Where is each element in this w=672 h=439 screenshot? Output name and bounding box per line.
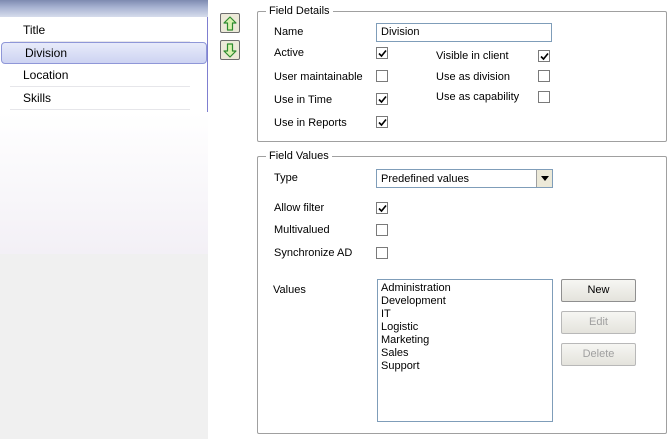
use-in-reports-label: Use in Reports [274, 117, 347, 129]
multivalued-checkbox[interactable] [376, 224, 388, 236]
arrow-down-icon [223, 42, 237, 58]
user-maintainable-label: User maintainable [274, 71, 363, 83]
field-details-title: Field Details [266, 4, 333, 18]
chevron-down-icon [540, 176, 549, 181]
visible-in-client-label: Visible in client [436, 50, 509, 62]
list-item[interactable]: IT [381, 308, 549, 321]
list-item[interactable]: Logistic [381, 321, 549, 334]
user-maintainable-checkbox[interactable] [376, 70, 388, 82]
name-label: Name [274, 26, 304, 38]
use-as-capability-checkbox[interactable] [538, 91, 550, 103]
move-down-button[interactable] [220, 40, 240, 60]
category-item-location[interactable]: Location [10, 64, 190, 87]
type-select-value: Predefined values [381, 173, 470, 185]
synchronize-ad-label: Synchronize AD [274, 247, 353, 259]
move-up-button[interactable] [220, 13, 240, 33]
type-label: Type [274, 172, 298, 184]
allow-filter-label: Allow filter [274, 202, 325, 214]
category-list: Title Division Location Skills [0, 19, 208, 110]
multivalued-label: Multivalued [274, 224, 330, 236]
checkmark-icon [540, 52, 549, 61]
list-item[interactable]: Support [381, 360, 549, 373]
checkmark-icon [378, 118, 387, 127]
list-item[interactable]: Administration [381, 282, 549, 295]
use-as-division-checkbox[interactable] [538, 70, 550, 82]
category-list-header [0, 0, 208, 17]
edit-value-button[interactable]: Edit [561, 311, 636, 334]
values-listbox[interactable]: Administration Development IT Logistic M… [377, 279, 553, 422]
use-in-reports-checkbox[interactable] [376, 116, 388, 128]
synchronize-ad-checkbox[interactable] [376, 247, 388, 259]
category-item-label: Title [23, 23, 46, 37]
category-item-skills[interactable]: Skills [10, 87, 190, 110]
arrow-up-icon [223, 15, 237, 31]
field-values-title: Field Values [266, 149, 332, 163]
category-list-panel: Title Division Location Skills [0, 0, 208, 439]
use-in-time-label: Use in Time [274, 94, 333, 106]
list-item[interactable]: Development [381, 295, 549, 308]
category-item-label: Location [23, 68, 69, 82]
list-item[interactable]: Sales [381, 347, 549, 360]
type-dropdown-button[interactable] [536, 170, 552, 187]
delete-value-button[interactable]: Delete [561, 343, 636, 366]
checkmark-icon [378, 204, 387, 213]
category-item-label: Skills [23, 91, 52, 105]
type-select[interactable]: Predefined values [376, 169, 553, 188]
active-label: Active [274, 47, 304, 59]
checkmark-icon [378, 95, 387, 104]
active-checkbox[interactable] [376, 47, 388, 59]
use-as-division-label: Use as division [436, 71, 510, 83]
checkmark-icon [378, 49, 387, 58]
new-value-button[interactable]: New [561, 279, 636, 302]
list-item[interactable]: Marketing [381, 334, 549, 347]
name-input[interactable]: Division [376, 23, 552, 42]
category-item-division[interactable]: Division [1, 42, 207, 64]
use-as-capability-label: Use as capability [436, 91, 520, 103]
values-label: Values [273, 284, 306, 296]
category-item-title[interactable]: Title [10, 19, 190, 42]
use-in-time-checkbox[interactable] [376, 93, 388, 105]
allow-filter-checkbox[interactable] [376, 202, 388, 214]
category-item-label: Division [25, 46, 68, 60]
visible-in-client-checkbox[interactable] [538, 50, 550, 62]
